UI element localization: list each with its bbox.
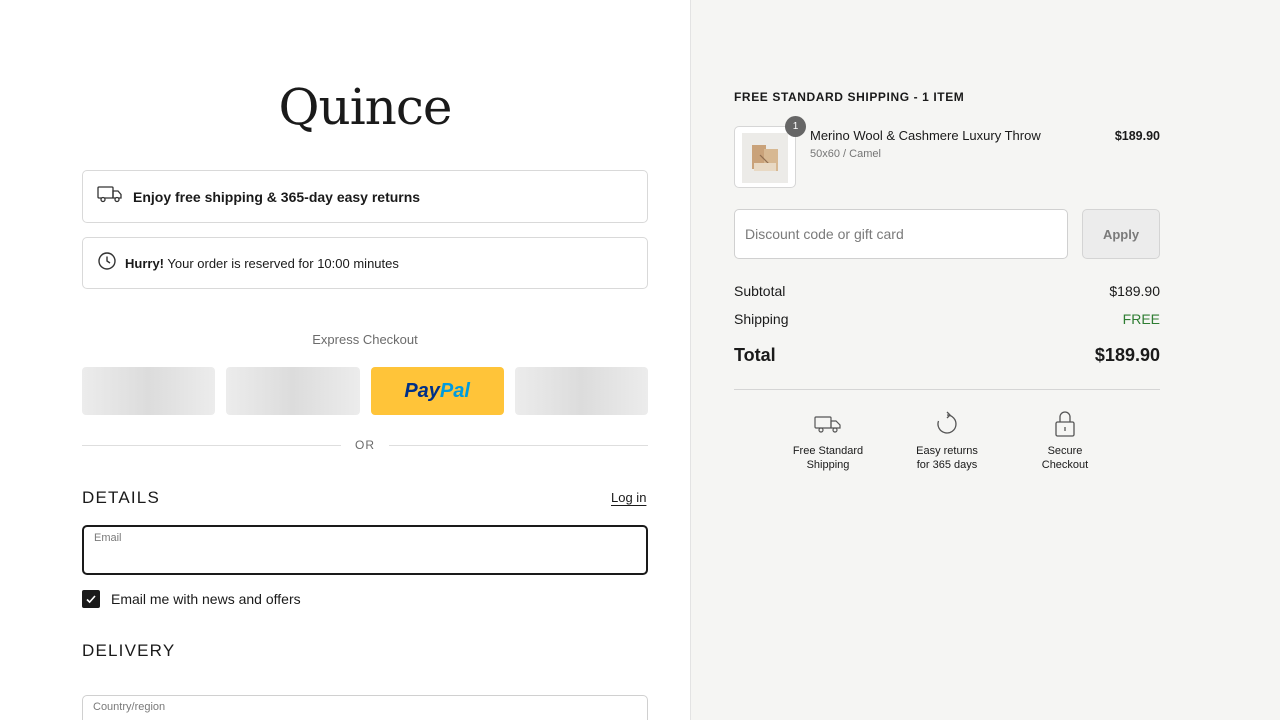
total-row: Total $189.90	[734, 345, 1160, 366]
product-image	[742, 133, 788, 183]
paypal-button[interactable]: Pay Pal	[370, 367, 504, 415]
return-icon	[892, 410, 1002, 438]
product-name: Merino Wool & Cashmere Luxury Throw	[810, 128, 1041, 143]
product-thumbnail	[734, 126, 796, 188]
shipping-label: Shipping	[734, 311, 789, 327]
discount-field[interactable]	[734, 209, 1068, 259]
summary-heading: FREE STANDARD SHIPPING - 1 ITEM	[734, 90, 965, 104]
perk-label: Free Standard Shipping	[792, 445, 864, 471]
discount-input[interactable]	[735, 210, 1067, 258]
reservation-timer-notice: Hurry! Your order is reserved for 10:00 …	[82, 237, 648, 289]
email-field[interactable]: Email	[82, 525, 648, 575]
apply-discount-button[interactable]: Apply	[1082, 209, 1160, 259]
quince-logo[interactable]: Quince	[82, 78, 648, 136]
timer-hurry-label: Hurry!	[125, 255, 165, 271]
total-label: Total	[734, 345, 776, 365]
divider-line	[389, 444, 648, 446]
cart-item: 1 Merino Wool & Cashmere Luxury Throw 50…	[734, 116, 1160, 188]
perk-free-shipping: Free Standard Shipping	[773, 410, 883, 472]
details-heading: DETAILS	[82, 488, 160, 507]
divider-line	[82, 444, 341, 446]
subtotal-label: Subtotal	[734, 283, 786, 299]
perk-label: Secure Checkout	[1041, 445, 1089, 471]
or-label: OR	[355, 438, 375, 452]
or-divider: OR	[82, 438, 648, 452]
product-variant: 50x60 / Camel	[810, 148, 881, 160]
shipping-row: Shipping FREE	[734, 311, 1160, 327]
checkmark-icon	[86, 595, 96, 604]
perk-secure-checkout: Secure Checkout	[1010, 410, 1120, 472]
product-price: $189.90	[1114, 129, 1160, 143]
shipping-value: FREE	[1122, 311, 1160, 327]
subtotal-row: Subtotal $189.90	[734, 283, 1160, 299]
login-link[interactable]: Log in	[611, 490, 646, 505]
express-checkout-buttons: Pay Pal	[82, 367, 648, 415]
checkout-form-panel: Quince Enjoy free shipping & 365-day eas…	[0, 0, 690, 720]
timer-message: Your order is reserved for 10:00 minutes	[164, 255, 399, 271]
express-pay-button-1[interactable]	[82, 367, 216, 415]
order-summary-panel: FREE STANDARD SHIPPING - 1 ITEM 1 Merino…	[690, 0, 1280, 720]
perk-easy-returns: Easy returns for 365 days	[892, 410, 1002, 472]
clock-icon	[97, 251, 117, 276]
country-region-label: Country/region	[93, 701, 166, 713]
truck-icon	[773, 410, 883, 438]
express-pay-button-2[interactable]	[226, 367, 360, 415]
perk-label: Easy returns for 365 days	[916, 445, 978, 471]
express-pay-button-4[interactable]	[514, 367, 648, 415]
truck-icon	[97, 185, 123, 208]
shipping-notice-text: Enjoy free shipping & 365-day easy retur…	[133, 188, 421, 205]
delivery-heading: DELIVERY	[82, 641, 176, 660]
shipping-notice: Enjoy free shipping & 365-day easy retur…	[82, 170, 648, 223]
lock-icon	[1010, 410, 1120, 438]
paypal-logo-pay: Pay	[404, 379, 440, 402]
quantity-badge: 1	[785, 116, 806, 137]
newsletter-option[interactable]: Email me with news and offers	[82, 590, 301, 608]
paypal-logo-pal: Pal	[439, 379, 470, 402]
summary-divider	[734, 389, 1160, 390]
timer-text: Hurry! Your order is reserved for 10:00 …	[125, 256, 399, 271]
total-value: $189.90	[1094, 345, 1160, 365]
email-input[interactable]	[94, 547, 636, 567]
newsletter-checkbox[interactable]	[82, 590, 100, 608]
subtotal-value: $189.90	[1109, 283, 1160, 299]
throw-blanket-image	[752, 145, 778, 171]
newsletter-label: Email me with news and offers	[111, 591, 301, 607]
country-region-select[interactable]: Country/region	[82, 695, 648, 720]
express-checkout-title: Express Checkout	[312, 332, 418, 347]
email-label: Email	[94, 532, 122, 544]
